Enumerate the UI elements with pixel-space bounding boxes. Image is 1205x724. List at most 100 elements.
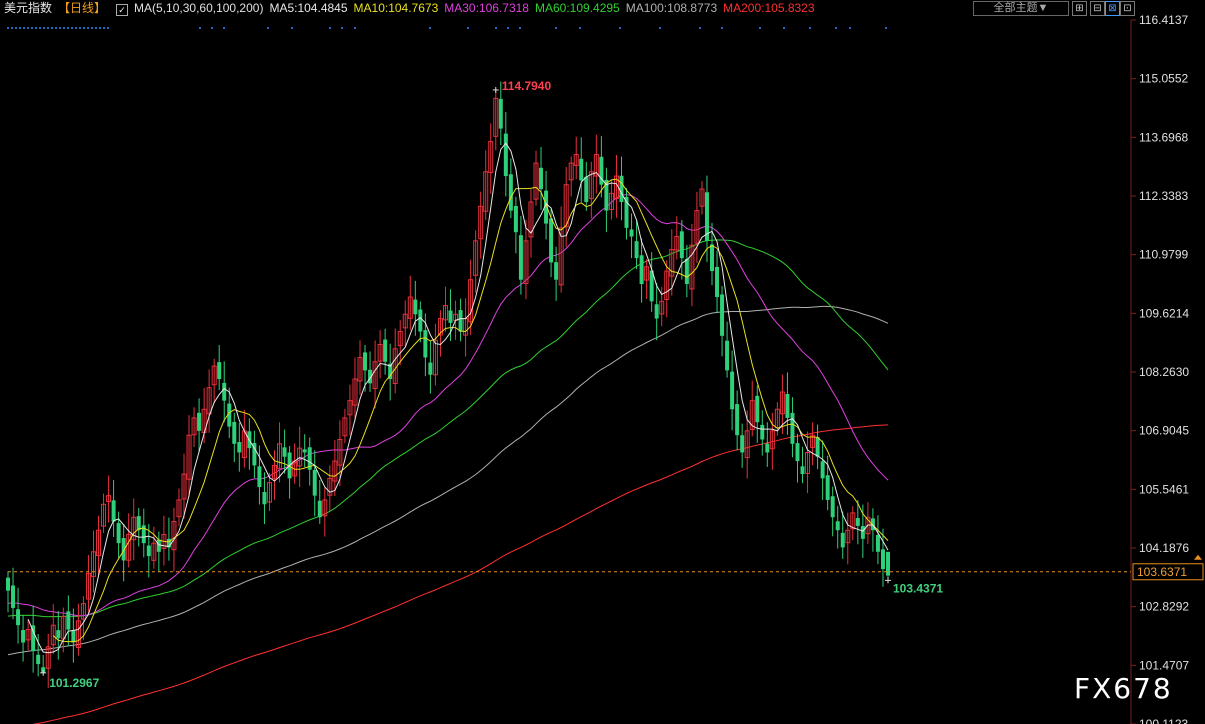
y-tick-label: 112.3383: [1139, 189, 1188, 203]
candle-body-down: [629, 229, 634, 237]
signal-dot: [63, 27, 65, 29]
watermark-logo: FX678: [1074, 672, 1173, 705]
candle-body-down: [584, 176, 589, 202]
signal-dot: [659, 27, 661, 29]
candle-body-down: [815, 437, 820, 457]
y-tick-label: 104.1876: [1139, 541, 1189, 555]
signal-dot: [699, 27, 701, 29]
y-tick-label: 116.4137: [1139, 13, 1188, 27]
candle-body-down: [146, 545, 151, 557]
signal-dot: [721, 27, 723, 29]
candle-body-down: [428, 362, 433, 375]
signal-dot: [809, 27, 811, 29]
signal-dot: [759, 27, 761, 29]
candle-body-down: [715, 266, 720, 297]
y-tick-label: 102.8292: [1139, 600, 1189, 614]
candle-body-down: [302, 449, 307, 453]
signal-dot: [107, 27, 109, 29]
candle-body-down: [579, 158, 584, 181]
candle-body-down: [413, 299, 418, 315]
candle-body-down: [423, 330, 428, 358]
candle-body-down: [634, 241, 639, 259]
signal-dot: [835, 27, 837, 29]
candle-body-down: [282, 447, 287, 457]
signal-dot: [91, 27, 93, 29]
y-tick-label: 109.6214: [1139, 306, 1189, 320]
candle-body-down: [513, 206, 518, 233]
signal-dot: [95, 27, 97, 29]
signal-dot: [291, 27, 293, 29]
candle-body-down: [111, 500, 116, 522]
signal-dot: [51, 27, 53, 29]
candle-body-down: [121, 538, 126, 561]
candle-body-down: [880, 549, 885, 570]
candle-body-down: [800, 466, 805, 475]
low-left-label: 101.2967: [49, 676, 99, 690]
candle-body-down: [725, 340, 730, 371]
candle-body-down: [6, 577, 10, 591]
candle-body-down: [639, 255, 644, 285]
candle-body-down: [825, 475, 830, 500]
signal-dot: [267, 27, 269, 29]
candle-body-down: [116, 523, 121, 544]
candle-body-down: [222, 382, 227, 401]
candle-body-down: [508, 174, 513, 211]
signal-dot: [507, 27, 509, 29]
y-tick-label: 115.0552: [1139, 72, 1188, 86]
signal-dot: [43, 27, 45, 29]
candle-body-down: [66, 611, 71, 630]
signal-dot: [79, 27, 81, 29]
signal-dot: [75, 27, 77, 29]
signal-dot: [495, 27, 497, 29]
signal-dot: [99, 27, 101, 29]
candle-body-down: [554, 262, 559, 280]
signal-dot: [11, 27, 13, 29]
candle-body-down: [257, 466, 262, 488]
ma60-line: [7, 239, 889, 618]
candle-body-down: [262, 491, 267, 505]
candle-body-down: [820, 461, 825, 479]
y-tick-label: 106.9045: [1139, 424, 1189, 438]
signal-dot: [7, 27, 9, 29]
y-tick-label: 108.2630: [1139, 365, 1189, 379]
candle-body-down: [549, 218, 554, 263]
signal-dot: [83, 27, 85, 29]
candle-body-down: [418, 309, 423, 332]
candlestick-chart[interactable]: 116.4137 115.0552 113.6968 112.3383 110.9799…: [0, 0, 1205, 724]
candle-body-down: [312, 469, 317, 496]
signal-dot: [329, 27, 331, 29]
candle-body-down: [785, 393, 790, 418]
candle-body-down: [710, 244, 714, 272]
y-tick-label: 101.4707: [1139, 658, 1189, 672]
candle-body-down: [830, 496, 835, 518]
signal-dot: [103, 27, 105, 29]
candle-body-down: [619, 175, 624, 202]
candle-body-down: [760, 424, 765, 440]
candle-body-down: [197, 412, 202, 431]
low-right-label: 103.4371: [893, 581, 943, 595]
signal-dot: [67, 27, 69, 29]
candle-body-down: [71, 630, 76, 643]
candle-body-down: [136, 516, 141, 531]
candle-body-down: [156, 539, 161, 552]
candle-body-down: [16, 609, 21, 626]
candle-body-down: [217, 362, 222, 380]
signal-dot: [23, 27, 25, 29]
signal-dot: [783, 27, 785, 29]
candle-body-down: [539, 167, 544, 190]
signal-dot: [555, 27, 557, 29]
candle-body-down: [56, 630, 61, 639]
signal-dot: [341, 27, 343, 29]
candle-body-down: [679, 231, 684, 259]
candle-body-down: [835, 521, 840, 531]
signal-dot: [223, 27, 225, 29]
candle-body-down: [755, 395, 760, 423]
high-label: 114.7940: [502, 79, 552, 93]
candle-body-down: [740, 435, 745, 453]
y-tick-label: 105.5461: [1139, 482, 1189, 496]
signal-dot: [19, 27, 21, 29]
current-price-arrow: [1194, 554, 1202, 560]
signal-dot: [27, 27, 29, 29]
signal-dot: [71, 27, 73, 29]
signal-dot: [87, 27, 89, 29]
